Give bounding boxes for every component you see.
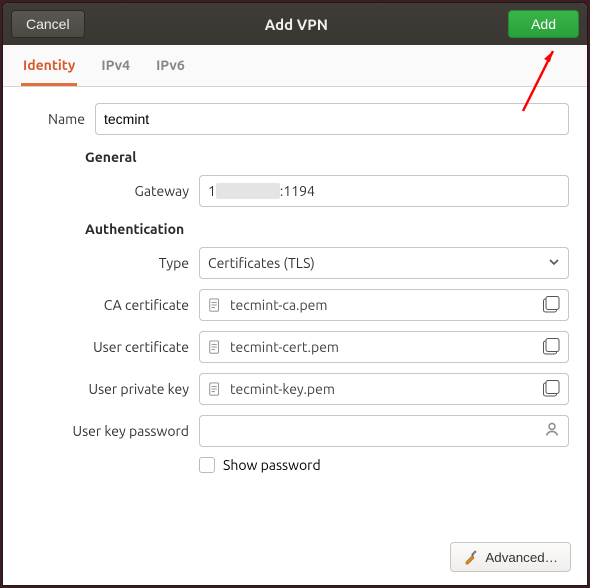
key-password-input[interactable] [199,415,569,447]
type-value: Certificates (TLS) [208,255,315,271]
type-label: Type [21,255,189,271]
user-key-label: User private key [21,381,189,397]
gateway-input[interactable]: 1 :1194 [199,175,569,207]
user-cert-chooser[interactable]: tecmint-cert.pem [199,331,569,363]
tab-identity[interactable]: Identity [21,45,77,86]
user-key-filename: tecmint-key.pem [230,381,534,397]
key-password-field[interactable] [208,423,560,439]
name-input-field[interactable] [104,111,560,127]
row-gateway: Gateway 1 :1194 [21,175,569,207]
open-file-icon[interactable] [542,338,560,356]
cancel-button[interactable]: Cancel [11,10,85,38]
chevron-down-icon [548,255,560,271]
row-show-password: Show password [199,457,569,473]
tools-icon [463,549,479,565]
advanced-button[interactable]: Advanced… [450,542,571,572]
dialog-footer: Advanced… [3,529,587,585]
gateway-value-redacted [216,183,280,199]
titlebar: Cancel Add VPN Add [3,3,587,45]
gateway-value-prefix: 1 [208,183,216,199]
key-password-label: User key password [21,423,189,439]
user-cert-filename: tecmint-cert.pem [230,339,534,355]
name-input[interactable] [95,103,569,135]
gateway-label: Gateway [21,183,189,199]
open-file-icon[interactable] [542,296,560,314]
gateway-value-suffix: :1194 [280,183,315,199]
row-name: Name [21,103,569,135]
general-heading: General [85,149,569,165]
file-icon [208,298,222,312]
tab-bar: Identity IPv4 IPv6 [3,45,587,87]
tab-ipv6[interactable]: IPv6 [154,45,187,86]
row-key-password: User key password [21,415,569,447]
name-label: Name [21,111,85,127]
ca-cert-label: CA certificate [21,297,189,313]
user-cert-label: User certificate [21,339,189,355]
show-password-label: Show password [223,457,321,473]
row-user-key: User private key tecmint-key.pem [21,373,569,405]
auth-heading: Authentication [85,221,569,237]
ca-cert-chooser[interactable]: tecmint-ca.pem [199,289,569,321]
row-user-cert: User certificate tecmint-cert.pem [21,331,569,363]
ca-cert-filename: tecmint-ca.pem [230,297,534,313]
user-key-chooser[interactable]: tecmint-key.pem [199,373,569,405]
type-select[interactable]: Certificates (TLS) [199,247,569,279]
show-password-checkbox[interactable] [199,457,215,473]
user-icon[interactable] [544,422,560,441]
tab-ipv4[interactable]: IPv4 [99,45,132,86]
form-content: Name General Gateway 1 :1194 Authenticati… [3,87,587,524]
row-type: Type Certificates (TLS) [21,247,569,279]
vpn-dialog: Cancel Add VPN Add Identity IPv4 IPv6 Na… [3,3,587,585]
add-button[interactable]: Add [508,10,579,38]
row-ca-cert: CA certificate tecmint-ca.pem [21,289,569,321]
file-icon [208,340,222,354]
file-icon [208,382,222,396]
window-title: Add VPN [93,16,500,33]
advanced-label: Advanced… [485,550,558,565]
open-file-icon[interactable] [542,380,560,398]
